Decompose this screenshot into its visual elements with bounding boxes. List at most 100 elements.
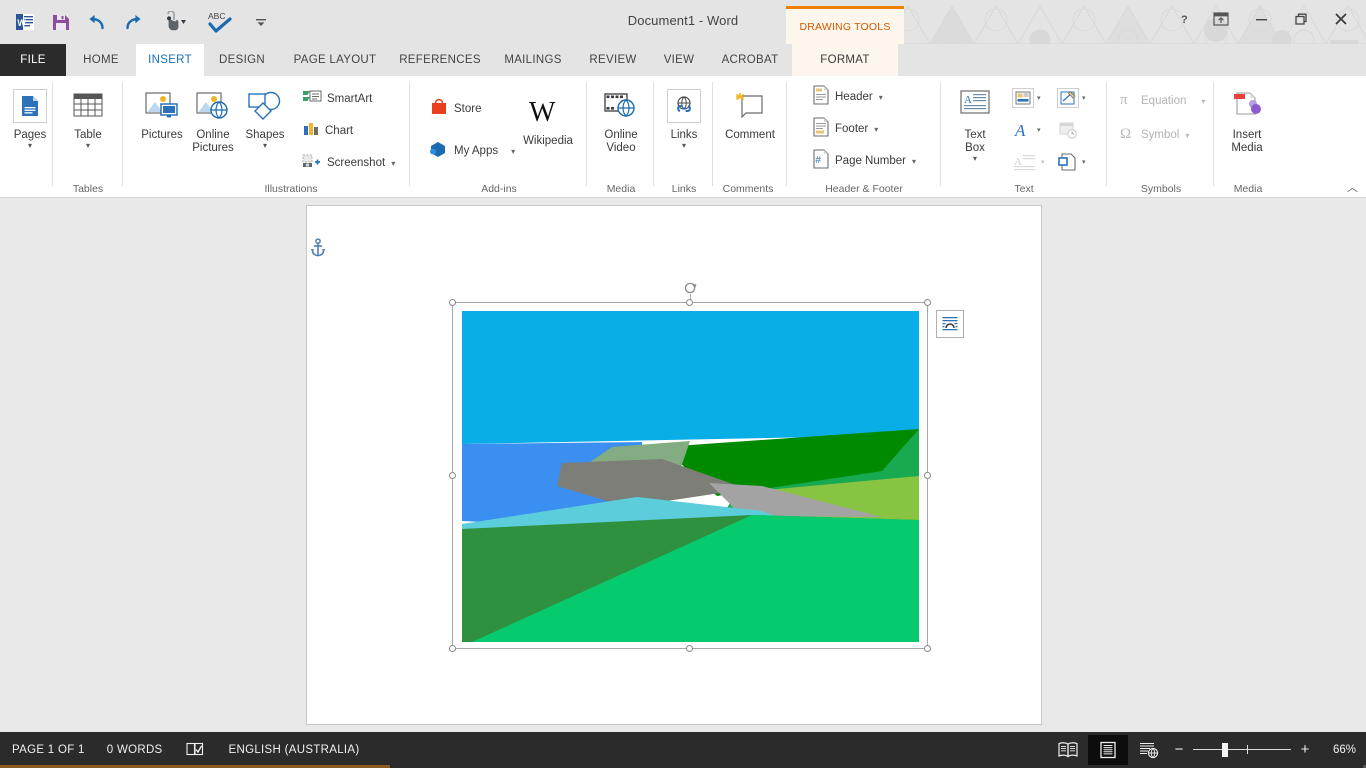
proofing-errors-icon[interactable] — [185, 741, 207, 760]
online-video-icon — [603, 84, 639, 128]
chevron-down-icon[interactable]: ▾ — [874, 125, 878, 134]
resize-handle-top-right[interactable] — [924, 299, 931, 306]
ribbon-group-label-header-footer: Header & Footer — [825, 183, 903, 195]
online-video-button[interactable]: Online Video — [590, 84, 652, 155]
tab-file[interactable]: FILE — [0, 44, 66, 76]
word-count[interactable]: 0 WORDS — [107, 744, 163, 756]
header-button[interactable]: Header ▾ — [812, 84, 883, 108]
help-icon[interactable]: ? — [1170, 4, 1200, 34]
my-apps-button[interactable]: My Apps ▾ — [429, 140, 515, 162]
ribbon-display-options-icon[interactable] — [1202, 4, 1240, 34]
collapse-ribbon-button[interactable]: ︿ — [1347, 179, 1358, 195]
chevron-down-icon[interactable]: ▾ — [391, 159, 395, 168]
resize-handle-bottom-center[interactable] — [686, 645, 693, 652]
zoom-in-button[interactable]: + — [1300, 742, 1310, 757]
screenshot-button[interactable]: Screenshot ▾ — [302, 152, 395, 174]
chevron-down-icon[interactable]: ▾ — [1201, 97, 1205, 106]
chevron-down-icon[interactable]: ▾ — [1082, 158, 1086, 166]
ribbon-group-label-symbols: Symbols — [1140, 183, 1182, 195]
wikipedia-label: Wikipedia — [523, 135, 573, 147]
zoom-level-label[interactable]: 66% — [1322, 744, 1356, 756]
wikipedia-button[interactable]: W Wikipedia — [513, 90, 583, 148]
links-button[interactable]: Links ▾ — [653, 84, 715, 150]
wordart-button[interactable]: A ▾ — [1012, 120, 1041, 140]
links-icon — [667, 84, 701, 128]
chevron-down-icon[interactable]: ▾ — [682, 142, 686, 150]
read-mode-view-button[interactable] — [1048, 735, 1088, 765]
print-layout-view-button[interactable] — [1088, 735, 1128, 765]
symbol-button[interactable]: Ω Symbol ▾ — [1118, 124, 1189, 146]
footer-button[interactable]: Footer ▾ — [812, 116, 878, 140]
resize-handle-top-left[interactable] — [449, 299, 456, 306]
tab-references[interactable]: REFERENCES — [390, 44, 490, 76]
page-number-button[interactable]: # Page Number ▾ — [812, 148, 916, 172]
layout-options-icon — [942, 317, 958, 331]
equation-label: Equation — [1141, 95, 1187, 107]
ribbon-group-symbols: π Equation ▾ Ω Symbol ▾ Symbols — [1110, 76, 1212, 198]
chevron-down-icon[interactable]: ▾ — [1082, 94, 1086, 102]
resize-handle-middle-left[interactable] — [449, 471, 456, 479]
zoom-slider[interactable] — [1193, 743, 1291, 757]
tab-mailings[interactable]: MAILINGS — [490, 44, 576, 76]
resize-handle-top-center[interactable] — [686, 299, 693, 306]
signature-line-button[interactable]: ▾ — [1057, 88, 1086, 108]
smartart-button[interactable]: SmartArt — [302, 88, 372, 110]
ribbon-group-label-illustrations: Illustrations — [264, 183, 318, 195]
close-icon[interactable] — [1322, 4, 1360, 34]
chart-button[interactable]: Chart — [302, 120, 353, 142]
online-pictures-icon — [195, 84, 231, 128]
web-layout-view-button[interactable] — [1128, 735, 1168, 765]
date-time-button[interactable] — [1057, 120, 1079, 140]
object-button[interactable]: ▾ — [1057, 152, 1086, 172]
chevron-down-icon[interactable]: ▾ — [1037, 126, 1041, 134]
chevron-down-icon[interactable]: ▾ — [1037, 94, 1041, 102]
tab-page-layout[interactable]: PAGE LAYOUT — [280, 44, 390, 76]
chevron-down-icon[interactable]: ▾ — [912, 157, 916, 166]
ribbon-group-label-text: Text — [1014, 183, 1034, 195]
tab-format[interactable]: FORMAT — [792, 44, 898, 76]
minimize-icon[interactable] — [1242, 4, 1280, 34]
restore-icon[interactable] — [1282, 4, 1320, 34]
tab-acrobat[interactable]: ACROBAT — [708, 44, 792, 76]
tab-review[interactable]: REVIEW — [576, 44, 650, 76]
footer-label: Footer — [835, 123, 869, 135]
page-indicator[interactable]: PAGE 1 OF 1 — [12, 744, 85, 756]
comment-button[interactable]: Comment — [717, 84, 783, 142]
chevron-down-icon[interactable]: ▾ — [1041, 158, 1045, 166]
object-anchor-icon — [310, 238, 326, 263]
resize-handle-middle-right[interactable] — [924, 471, 931, 479]
drop-cap-button[interactable]: A ▾ — [1012, 152, 1045, 172]
zoom-slider-handle[interactable] — [1222, 743, 1228, 757]
ribbon-group-label-media-insert: Media — [1233, 183, 1263, 195]
rotate-handle-icon[interactable] — [683, 281, 697, 295]
tab-design[interactable]: DESIGN — [204, 44, 280, 76]
resize-handle-bottom-left[interactable] — [449, 645, 456, 652]
chevron-down-icon[interactable]: ▾ — [263, 142, 267, 150]
equation-button[interactable]: π Equation ▾ — [1118, 90, 1205, 112]
shapes-button[interactable]: Shapes ▾ — [234, 84, 296, 150]
inserted-picture[interactable] — [462, 311, 919, 642]
pages-icon — [13, 84, 47, 128]
resize-handle-bottom-right[interactable] — [924, 645, 931, 652]
tab-view[interactable]: VIEW — [650, 44, 708, 76]
chevron-down-icon[interactable]: ▾ — [86, 142, 90, 150]
text-box-button[interactable]: A Text Box ▾ — [944, 84, 1006, 163]
tab-home[interactable]: HOME — [66, 44, 136, 76]
picture-selection-frame[interactable] — [449, 282, 964, 652]
screenshot-label: Screenshot — [327, 157, 386, 169]
layout-options-button[interactable] — [936, 310, 964, 338]
insert-media-button[interactable]: Insert Media — [1216, 84, 1278, 155]
ribbon-group-media-insert: Insert Media Media — [1217, 76, 1279, 198]
chevron-down-icon[interactable]: ▾ — [28, 142, 32, 150]
chevron-down-icon[interactable]: ▾ — [973, 155, 977, 163]
chevron-down-icon[interactable]: ▾ — [1185, 131, 1189, 140]
language-indicator[interactable]: ENGLISH (AUSTRALIA) — [229, 744, 360, 756]
ribbon: Pages ▾ Table ▾ Tables Pictures Online P… — [0, 76, 1366, 198]
tab-insert[interactable]: INSERT — [136, 44, 204, 76]
document-page[interactable] — [306, 205, 1042, 725]
quick-parts-button[interactable]: ▾ — [1012, 88, 1041, 108]
chevron-down-icon[interactable]: ▾ — [879, 93, 883, 102]
table-button[interactable]: Table ▾ — [57, 84, 119, 150]
store-button[interactable]: Store — [429, 98, 482, 120]
zoom-out-button[interactable]: − — [1174, 742, 1184, 757]
